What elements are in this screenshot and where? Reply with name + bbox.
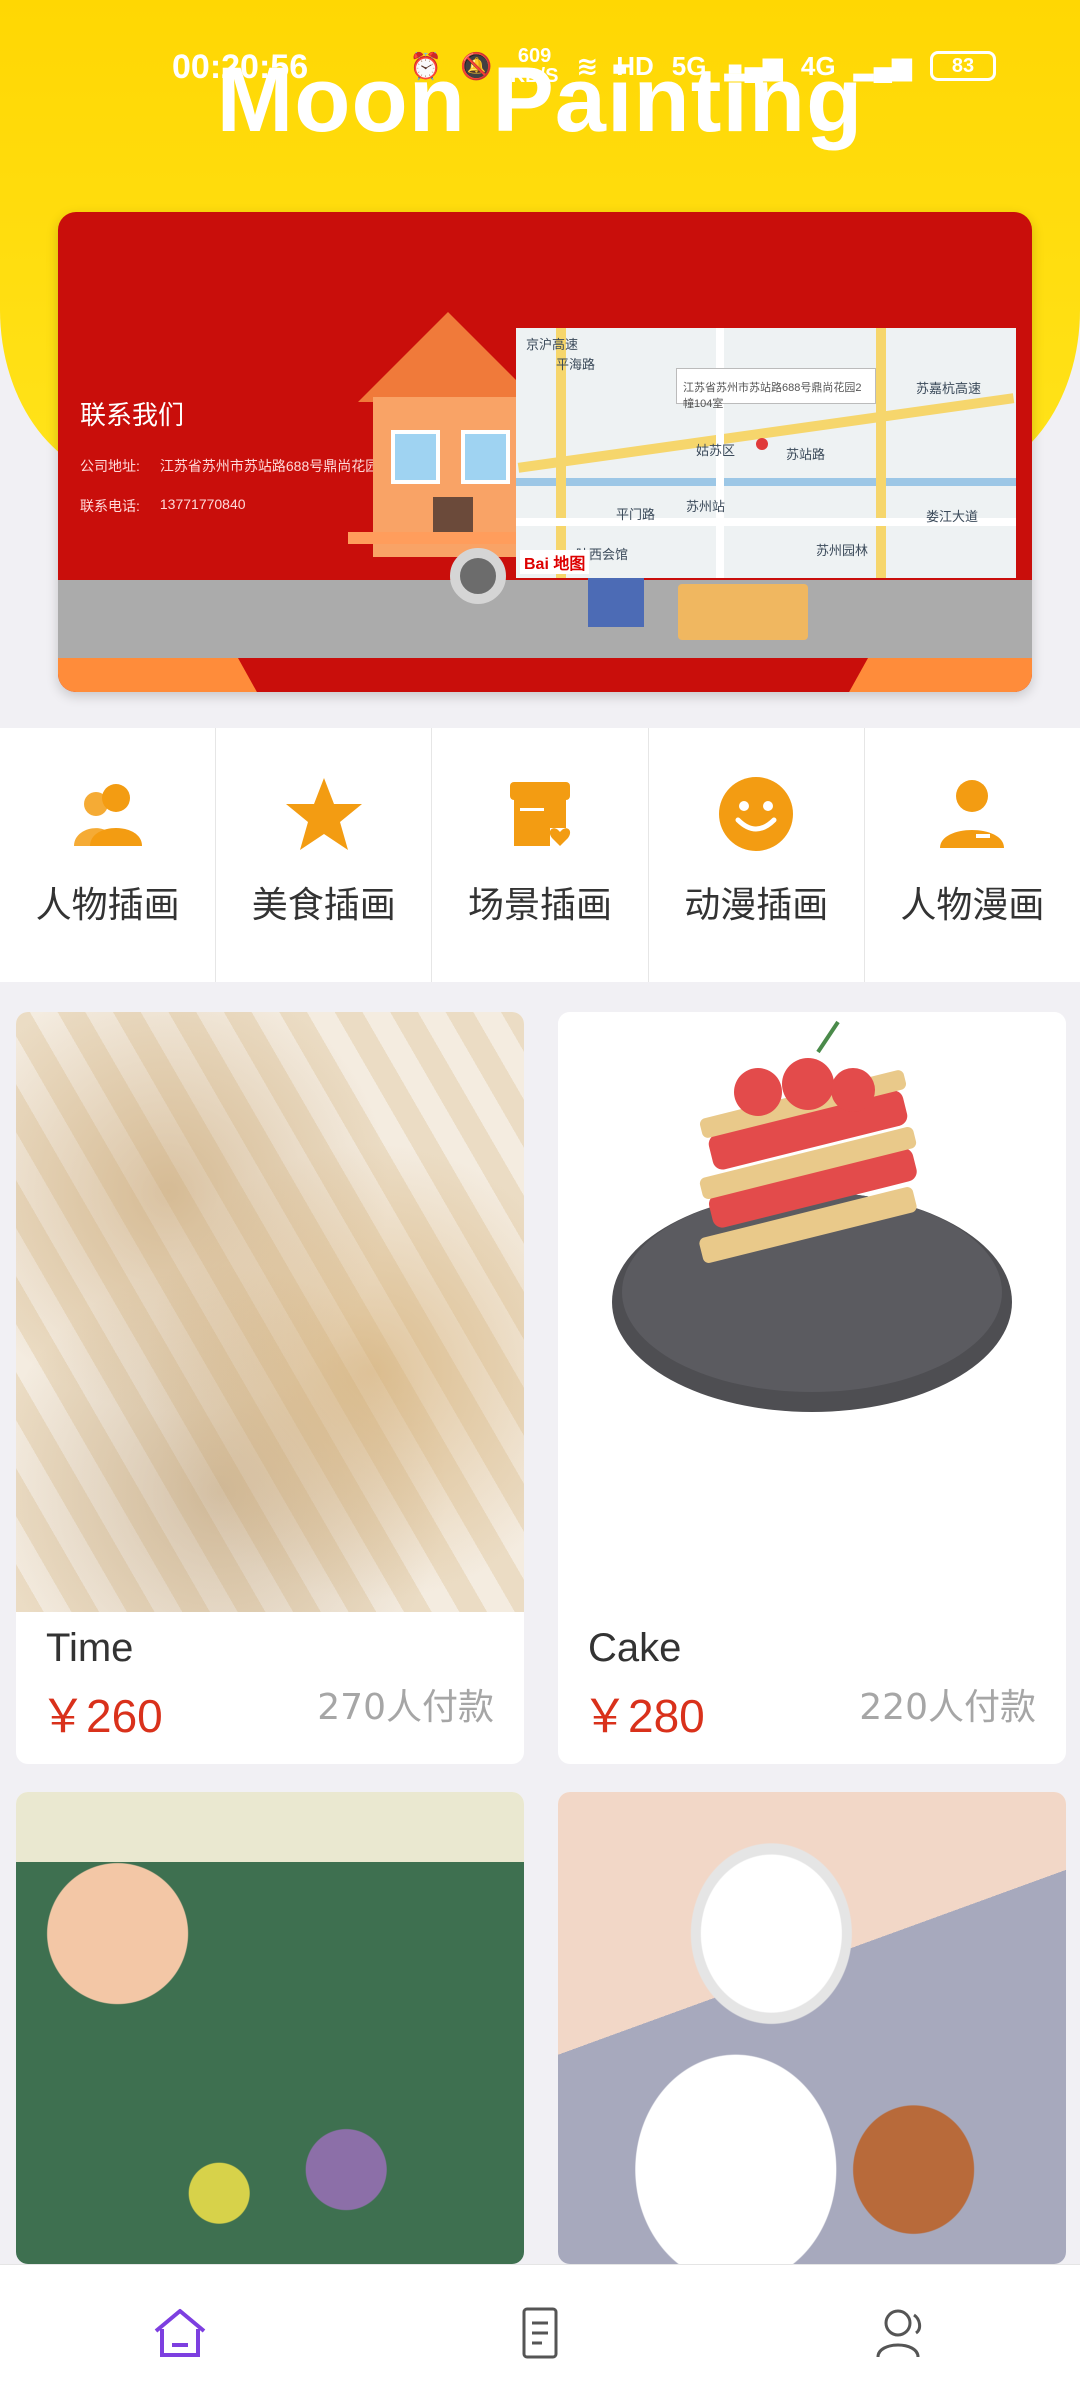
- category-people[interactable]: 人物插画: [0, 728, 217, 982]
- category-food[interactable]: 美食插画: [216, 728, 433, 982]
- smile-icon: [719, 777, 794, 851]
- banner-phone-row: 联系电话: 13771770840: [80, 496, 246, 516]
- product-price: ￥260: [40, 1690, 163, 1742]
- banner-stripe-center: [238, 658, 868, 692]
- product-paid-count: 220人付款: [859, 1687, 1036, 1728]
- product-image: [16, 1792, 524, 2264]
- document-icon: [522, 2307, 558, 2358]
- box-illustration: [678, 584, 808, 640]
- category-comic[interactable]: 人物漫画: [865, 728, 1080, 982]
- product-card-time[interactable]: Time ￥260 270人付款: [16, 1012, 524, 1764]
- cake-illustration: [612, 1020, 1012, 1412]
- product-card-woman[interactable]: [16, 1792, 524, 2264]
- product-price: ￥280: [582, 1690, 705, 1742]
- store-icon: [510, 782, 571, 846]
- tab-home[interactable]: [0, 2265, 360, 2400]
- map-address-bubble: 江苏省苏州市苏站路688号鼎尚花园2幢104室: [676, 368, 876, 410]
- category-label: 人物插画: [35, 885, 180, 926]
- user-icon: [876, 2309, 922, 2357]
- phone-label: 联系电话:: [80, 498, 140, 514]
- address-label: 公司地址:: [80, 458, 140, 474]
- star-icon: [285, 778, 362, 850]
- map-pin-icon[interactable]: [756, 438, 768, 450]
- product-image: [16, 1012, 524, 1612]
- category-label: 美食插画: [251, 885, 396, 926]
- tab-orders[interactable]: [360, 2265, 720, 2400]
- home-icon: [154, 2308, 206, 2357]
- app-title: Moon Painting: [216, 49, 864, 151]
- tab-profile[interactable]: [720, 2265, 1080, 2400]
- category-bar: 人物插画 美食插画 场景插画 动漫插画 人物漫画: [0, 728, 1080, 982]
- category-label: 人物漫画: [900, 885, 1045, 926]
- bottom-tab-bar: [0, 2264, 1080, 2400]
- person-icon: [940, 780, 1005, 848]
- product-name: Time: [46, 1626, 134, 1670]
- truck-wheel: [450, 548, 506, 604]
- product-card-cake[interactable]: Cake ￥280 220人付款: [558, 1012, 1066, 1764]
- category-anime[interactable]: 动漫插画: [649, 728, 865, 982]
- category-label: 场景插画: [468, 885, 613, 926]
- people-icon: [73, 784, 142, 846]
- map-logo: Bai 地图: [520, 550, 590, 574]
- product-image: [558, 1012, 1066, 1612]
- category-scene[interactable]: 场景插画: [432, 728, 649, 982]
- banner-road: [58, 580, 1032, 668]
- category-label: 动漫插画: [684, 885, 829, 926]
- map-view[interactable]: 京沪高速 平海路 姑苏区 苏站路 苏州站 平门路 苏州园林 娄江大道 苏嘉杭高速…: [516, 328, 1016, 578]
- phone-value: 13771770840: [159, 496, 246, 512]
- product-paid-count: 270人付款: [317, 1687, 494, 1728]
- product-image: [558, 1792, 1066, 2264]
- product-card-coffee[interactable]: [558, 1792, 1066, 2264]
- contact-banner[interactable]: 联系我们 公司地址: 江苏省苏州市苏站路688号鼎尚花园2幢104室 联系电话:…: [58, 212, 1032, 692]
- banner-title: 联系我们: [80, 400, 185, 430]
- product-name: Cake: [588, 1626, 682, 1670]
